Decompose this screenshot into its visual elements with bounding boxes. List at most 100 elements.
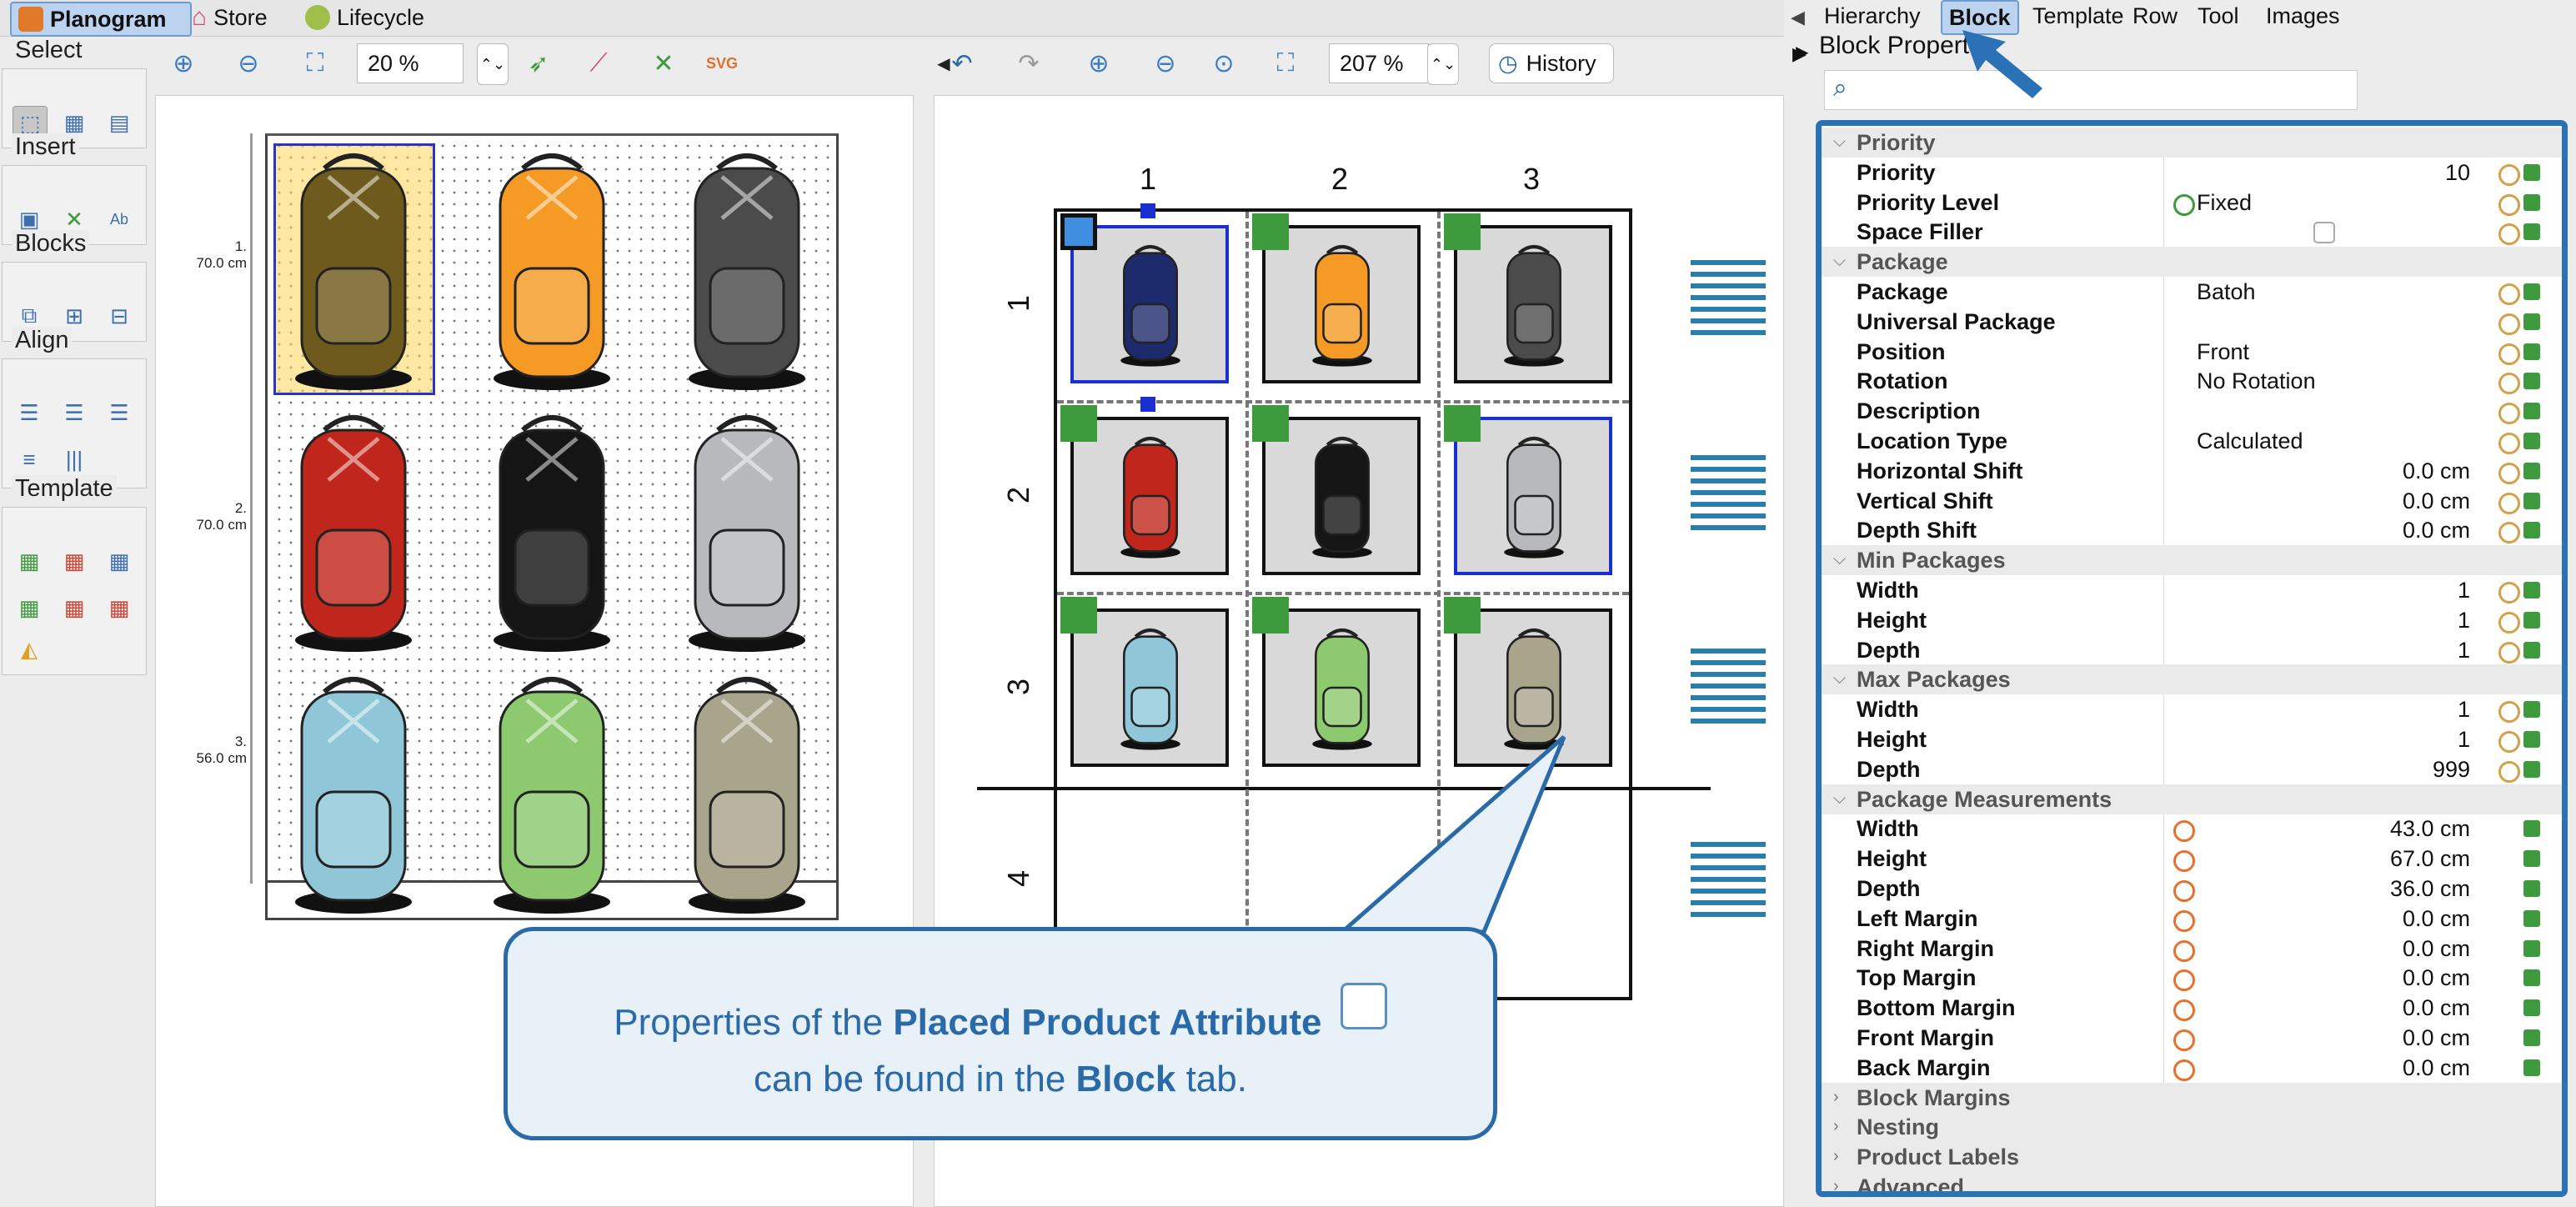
property-value[interactable]: No Rotation [2197,368,2316,394]
template-remove-button[interactable]: ▦ [58,544,91,578]
apply-icon[interactable] [2523,492,2540,509]
planogram-product[interactable] [672,405,822,655]
planogram-product[interactable] [278,667,428,917]
tab-store[interactable]: ⌂ Store [185,2,274,33]
measurement-source-icon[interactable] [2173,820,2195,843]
inherit-icon[interactable] [2498,283,2520,305]
block-marker[interactable] [1060,597,1097,634]
property-value[interactable]: 0.0 cm [2403,488,2470,514]
apply-icon[interactable] [2523,909,2540,927]
apply-icon[interactable] [2523,701,2540,719]
measurement-source-icon[interactable] [2173,969,2195,992]
planogram-product[interactable] [672,667,822,917]
property-value[interactable]: Front [2197,339,2249,365]
inherit-icon[interactable] [2498,193,2520,216]
chart-tool-icon[interactable]: ⟋ [580,45,617,82]
template-clear-button[interactable]: ▦ [103,591,136,624]
apply-icon[interactable] [2523,969,2540,987]
tab-hierarchy[interactable]: Hierarchy [1817,0,1927,32]
block-marker[interactable] [1444,213,1481,250]
zoom-in-icon[interactable]: ⊕ [165,45,202,82]
tab-tool[interactable]: Tool [2191,0,2246,32]
tab-row[interactable]: Row [2126,0,2184,32]
tab-images[interactable]: Images [2259,0,2347,32]
property-group-nesting-group[interactable]: › Nesting [1822,1112,2562,1143]
property-row-depth-shift[interactable]: Depth Shift 0.0 cm [1822,515,2562,546]
property-row-right-margin[interactable]: Right Margin 0.0 cm [1822,933,2562,964]
property-group-advanced-group[interactable]: › Advanced [1822,1172,2562,1191]
row-stack-icon[interactable] [1691,455,1766,530]
inherit-icon[interactable] [2498,731,2520,753]
apply-icon[interactable] [2523,223,2540,241]
property-value[interactable]: 1 [2458,578,2470,604]
row-stack-icon[interactable] [1691,260,1766,335]
property-value[interactable]: 36.0 cm [2390,876,2470,902]
property-row-m-height[interactable]: Height 67.0 cm [1822,844,2562,874]
property-value[interactable]: 0.0 cm [2403,995,2470,1021]
block-marker[interactable] [1444,597,1481,634]
property-value[interactable]: Calculated [2197,428,2303,454]
resize-handle[interactable] [1140,203,1155,218]
property-value[interactable]: 0.0 cm [2403,518,2470,543]
inherit-icon[interactable] [2498,492,2520,514]
property-row-m-width[interactable]: Width 43.0 cm [1822,814,2562,844]
inherit-icon[interactable] [2498,403,2520,425]
property-row-package[interactable]: Package Batoh [1822,277,2562,307]
apply-icon[interactable] [2523,433,2540,449]
tab-planogram[interactable]: Planogram [10,2,192,37]
property-row-bottom-margin[interactable]: Bottom Margin 0.0 cm [1822,993,2562,1024]
property-value[interactable]: 0.0 cm [2403,965,2470,991]
inherit-icon[interactable] [2498,522,2520,544]
planogram-zoom-stepper[interactable]: ⌃⌄ [477,43,509,85]
measurement-source-icon[interactable] [2173,909,2195,932]
measurement-source-icon[interactable] [2173,939,2195,962]
apply-icon[interactable] [2523,760,2540,778]
property-row-m-depth[interactable]: Depth 36.0 cm [1822,874,2562,904]
panel-expand-icon[interactable]: ▶ [1796,42,1808,63]
planogram-product[interactable] [477,143,627,393]
property-row-min-depth[interactable]: Depth 1 [1822,634,2562,665]
measurement-source-icon[interactable] [2173,1029,2195,1051]
distribute-vertical-button[interactable]: ≡ [13,443,46,476]
pointer-tool-icon[interactable]: ➶ [520,45,557,82]
planogram-product[interactable] [278,405,428,655]
property-value[interactable]: 1 [2458,608,2470,634]
selected-block-marker[interactable] [1060,213,1097,250]
apply-icon[interactable] [2523,850,2540,868]
measurement-source-icon[interactable] [2173,999,2195,1022]
property-row-position[interactable]: Position Front [1822,336,2562,367]
block-zoom-field[interactable]: 207 % [1329,43,1429,83]
chevron-down-icon[interactable]: ⌵ [1833,550,1846,569]
property-row-max-width[interactable]: Width 1 [1822,694,2562,725]
property-group-package-group[interactable]: ⌵ Package [1822,247,2562,278]
chevron-right-icon[interactable]: › [1833,1177,1839,1191]
search-field[interactable] [1867,74,2350,106]
align-right-button[interactable]: ☰ [103,396,136,429]
property-row-front-margin[interactable]: Front Margin 0.0 cm [1822,1023,2562,1053]
measurement-source-icon[interactable] [2173,1059,2195,1081]
property-group-product-labels-group[interactable]: › Product Labels [1822,1142,2562,1173]
apply-icon[interactable] [2523,163,2540,181]
block-marker[interactable] [1252,597,1289,634]
property-row-min-width[interactable]: Width 1 [1822,575,2562,605]
collapse-left-icon[interactable]: ◀ [1791,7,1805,28]
property-row-top-margin[interactable]: Top Margin 0.0 cm [1822,963,2562,994]
apply-icon[interactable] [2523,611,2540,629]
chevron-down-icon[interactable]: ⌵ [1833,133,1846,152]
apply-icon[interactable] [2523,731,2540,748]
chevron-right-icon[interactable]: › [1833,1147,1839,1166]
template-add-button[interactable]: ▦ [13,544,46,578]
inherit-icon[interactable] [2498,373,2520,395]
measurement-source-icon[interactable] [2173,850,2195,873]
inherit-icon[interactable] [2498,701,2520,724]
property-row-universal-package[interactable]: Universal Package [1822,306,2562,337]
template-add-row-button[interactable]: ▦ [13,591,46,624]
property-row-back-margin[interactable]: Back Margin 0.0 cm [1822,1052,2562,1083]
planogram-product[interactable] [477,667,627,917]
apply-icon[interactable] [2523,641,2540,659]
property-row-horizontal-shift[interactable]: Horizontal Shift 0.0 cm [1822,455,2562,486]
apply-icon[interactable] [2523,403,2540,420]
resize-handle[interactable] [1140,397,1155,412]
template-edit-button[interactable]: ▦ [103,544,136,578]
row-stack-icon[interactable] [1691,842,1766,917]
